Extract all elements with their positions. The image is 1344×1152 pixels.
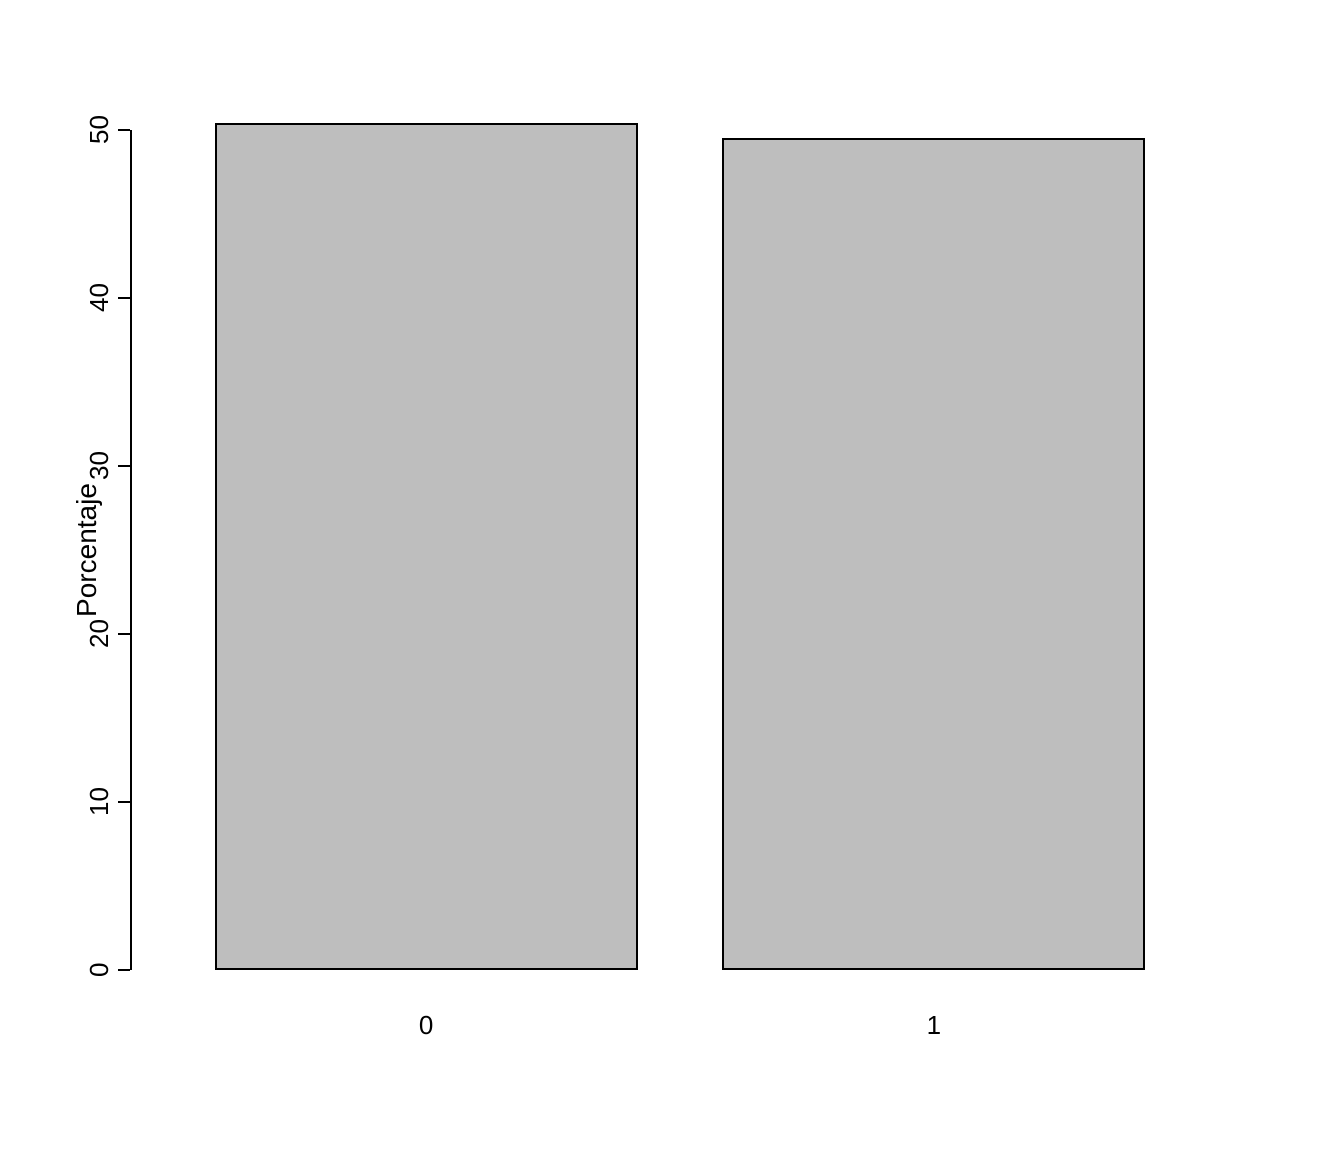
x-tick-label: 0	[419, 1010, 433, 1041]
y-axis-label: Porcentaje	[71, 483, 103, 617]
y-tick	[118, 297, 130, 299]
y-tick-label: 20	[84, 616, 112, 652]
y-tick	[118, 129, 130, 131]
chart-container: Porcentaje 0 10 20 30 40 50 0 1	[0, 0, 1344, 1152]
bar	[215, 123, 638, 970]
y-tick	[118, 801, 130, 803]
y-tick-label: 0	[84, 952, 112, 988]
plot-area	[130, 130, 1230, 970]
y-tick-label: 30	[84, 448, 112, 484]
y-tick	[118, 465, 130, 467]
bar	[722, 138, 1145, 970]
y-tick-label: 40	[84, 280, 112, 316]
y-tick	[118, 633, 130, 635]
y-tick-label: 50	[84, 112, 112, 148]
y-tick	[118, 969, 130, 971]
x-tick-label: 1	[927, 1010, 941, 1041]
y-tick-label: 10	[84, 784, 112, 820]
